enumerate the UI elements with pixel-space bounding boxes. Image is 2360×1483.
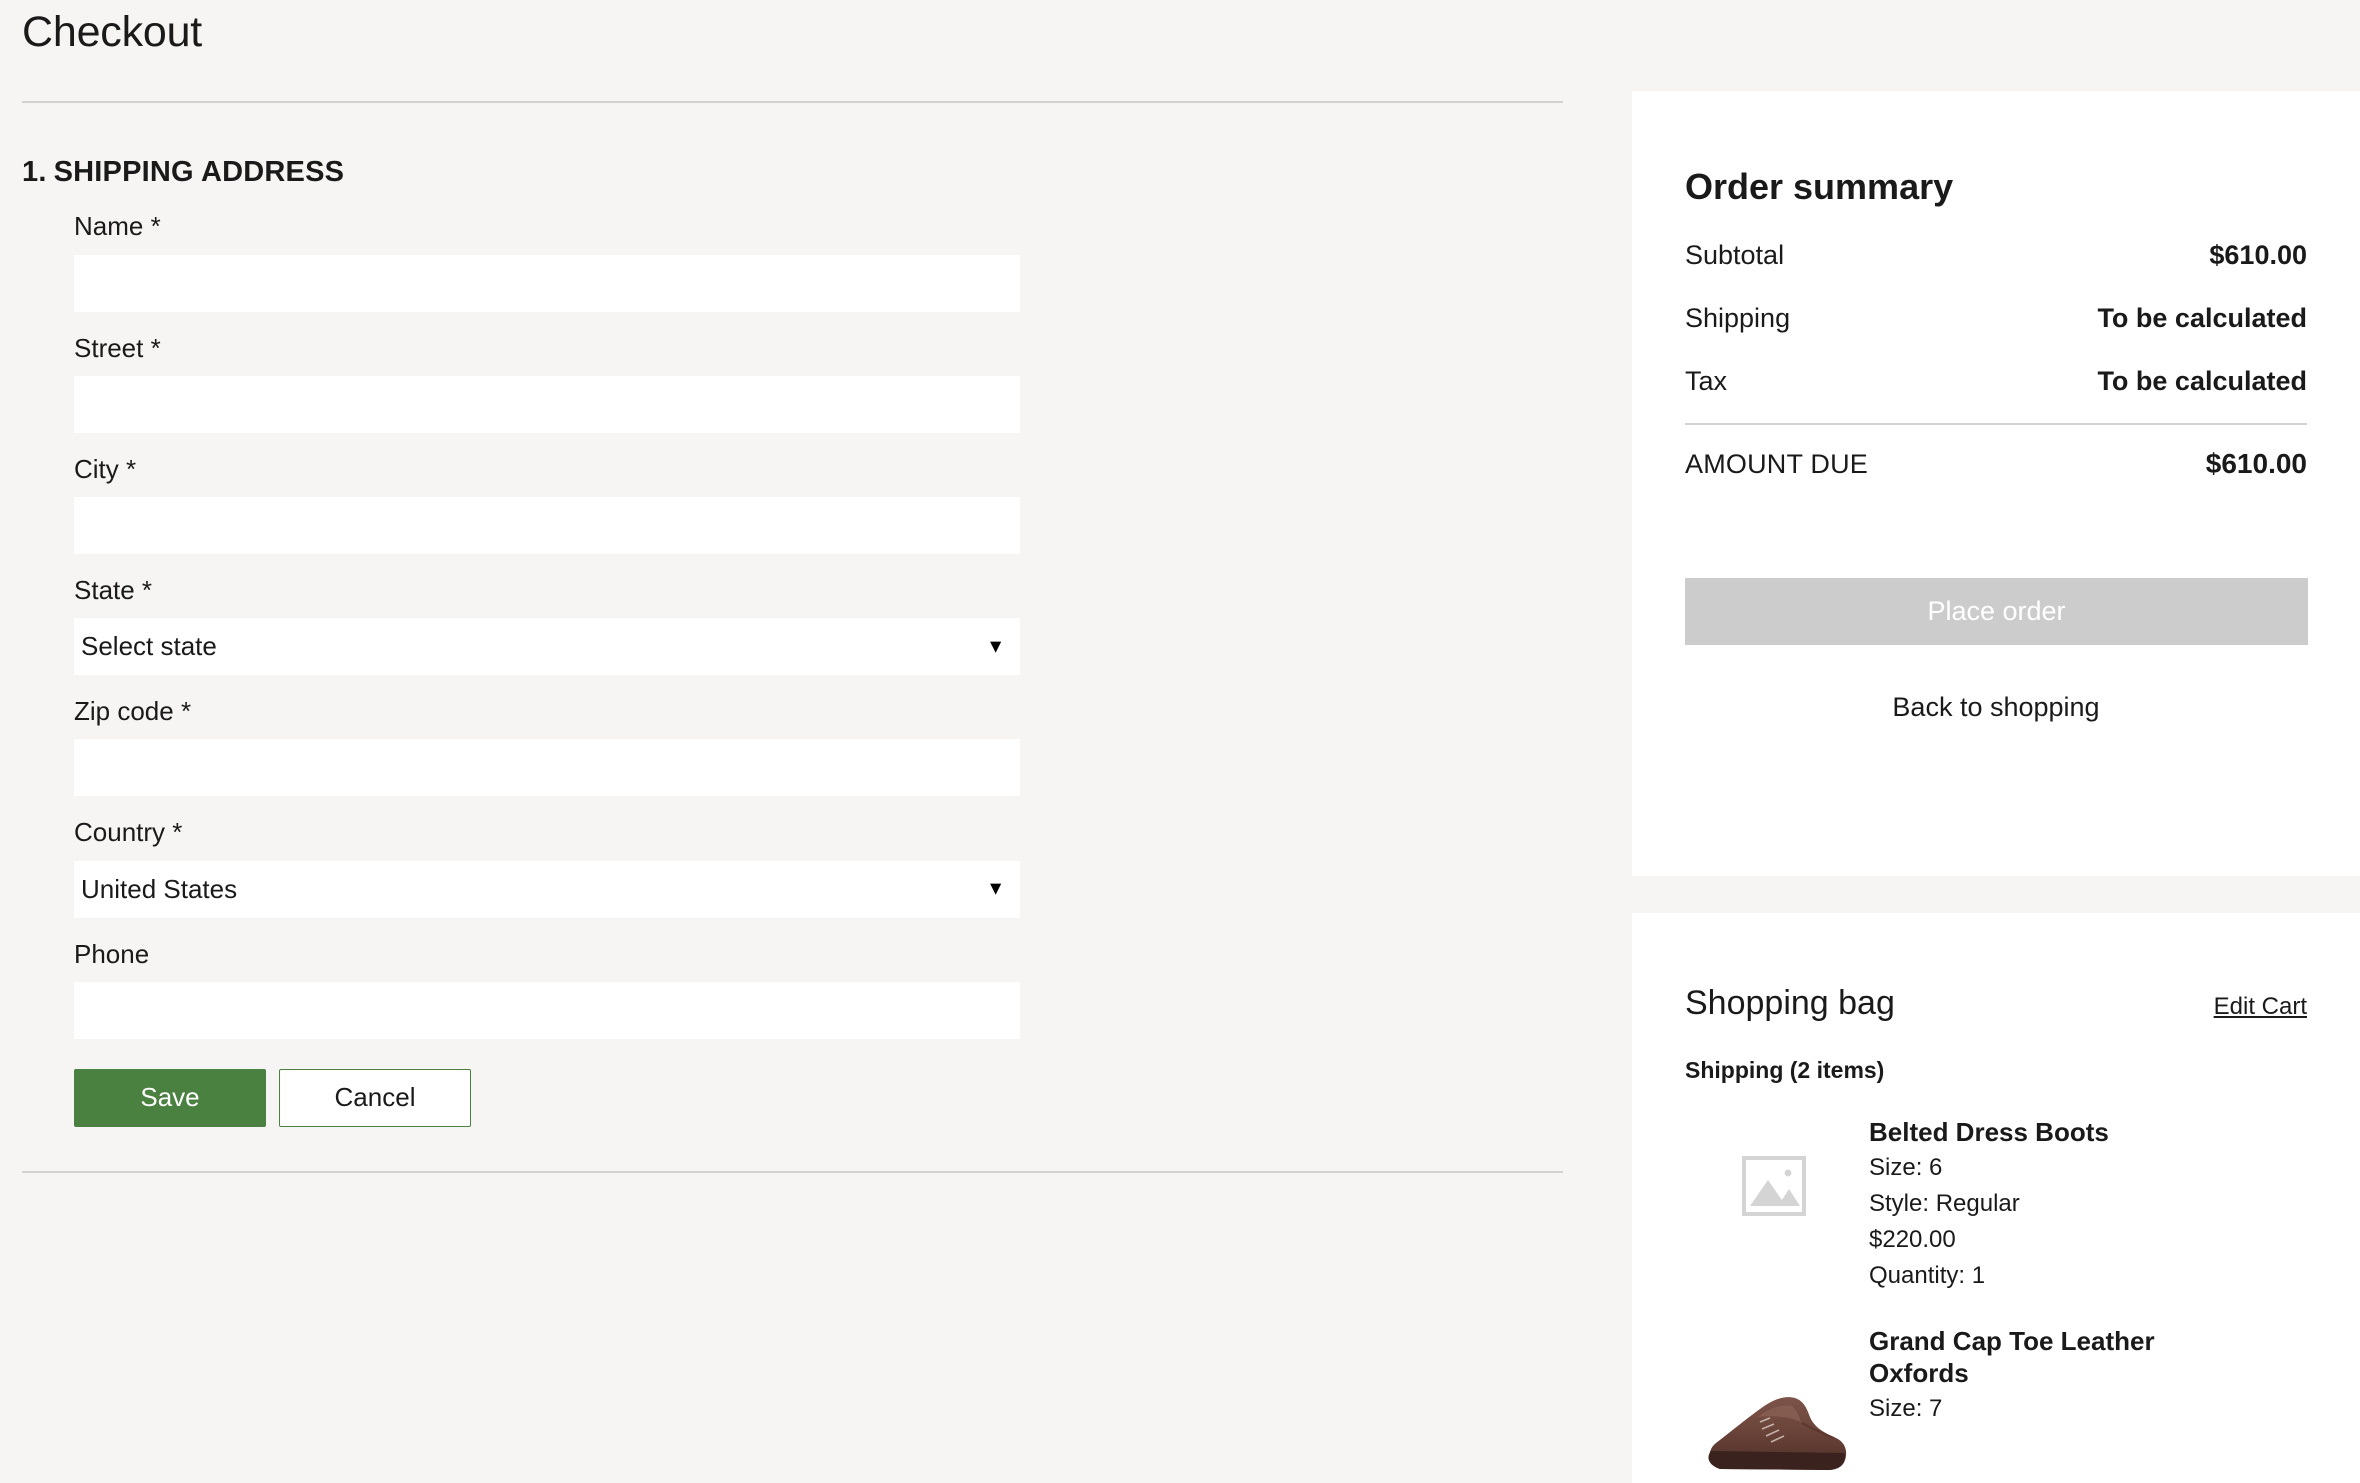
subtotal-label: Subtotal <box>1685 240 1785 271</box>
item-price: $220.00 <box>1869 1225 1956 1253</box>
field-label-city: City * <box>74 453 137 484</box>
edit-cart-link[interactable]: Edit Cart <box>2214 993 2307 1021</box>
shipping-label: Shipping <box>1685 303 1791 334</box>
step-number: 1. <box>22 156 47 189</box>
state-select[interactable]: Select state ▼ <box>74 618 1020 676</box>
list-item[interactable]: Belted Dress Boots Size: 6 Style: Regula… <box>1685 1116 2307 1293</box>
name-input[interactable] <box>74 254 1020 312</box>
amount-due-label: AMOUNT DUE <box>1685 449 1869 480</box>
brown-oxford-shoe-photo <box>1708 1396 1847 1470</box>
item-details: Grand Cap Toe Leather Oxfords Size: 7 <box>1863 1325 2229 1480</box>
item-thumbnail <box>1685 1116 1863 1293</box>
shopping-bag-title: Shopping bag <box>1685 984 1895 1022</box>
amount-due-value: $610.00 <box>2205 448 2307 480</box>
field-phone: Phone <box>74 939 1563 1039</box>
field-zip-code: Zip code * <box>74 696 1563 797</box>
field-label-street: Street * <box>74 332 161 363</box>
form-actions: Save Cancel <box>74 1068 1563 1127</box>
shipping-value: To be calculated <box>2097 303 2307 334</box>
field-name: Name * <box>74 211 1563 312</box>
item-quantity: Quantity: 1 <box>1869 1261 1986 1289</box>
shipping-group-label: Shipping (2 items) <box>1685 1057 1885 1083</box>
country-select[interactable]: United States ▼ <box>74 860 1020 918</box>
city-input[interactable] <box>74 497 1020 554</box>
header-divider <box>22 101 1563 104</box>
checkout-page: Checkout 1. SHIPPING ADDRESS Name * Stree… <box>0 0 2360 1483</box>
section-heading-label: SHIPPING ADDRESS <box>53 156 345 189</box>
item-details: Belted Dress Boots Size: 6 Style: Regula… <box>1863 1116 2109 1293</box>
shopping-bag-header: Shopping bag Edit Cart <box>1685 913 2307 1023</box>
tax-label: Tax <box>1685 366 1728 397</box>
subtotal-value: $610.00 <box>2209 240 2307 271</box>
item-size: Size: 6 <box>1869 1153 1943 1181</box>
field-label-name: Name * <box>74 211 161 242</box>
list-item[interactable]: Grand Cap Toe Leather Oxfords Size: 7 <box>1685 1325 2307 1480</box>
shipping-address-heading: 1. SHIPPING ADDRESS <box>22 156 1563 189</box>
summary-row-amount-due: AMOUNT DUE $610.00 <box>1685 448 2307 480</box>
summary-divider <box>1685 423 2307 426</box>
field-label-country: Country * <box>74 817 183 848</box>
field-street: Street * <box>74 333 1563 433</box>
country-select-value: United States <box>81 873 238 904</box>
summary-row-subtotal: Subtotal $610.00 <box>1685 240 2307 271</box>
summary-row-tax: Tax To be calculated <box>1685 366 2307 397</box>
page-title: Checkout <box>22 8 203 56</box>
back-to-shopping-link[interactable]: Back to shopping <box>1685 692 2307 723</box>
save-button[interactable]: Save <box>74 1068 266 1127</box>
field-label-state: State * <box>74 575 153 605</box>
item-size: Size: 7 <box>1869 1394 1943 1422</box>
checkout-sidebar: Order summary Subtotal $610.00 Shipping … <box>1632 0 2360 1483</box>
shopping-bag-panel: Shopping bag Edit Cart Shipping (2 items… <box>1632 913 2360 1483</box>
tax-value: To be calculated <box>2097 366 2307 397</box>
item-style: Style: Regular <box>1869 1189 2020 1217</box>
section-divider <box>22 1170 1563 1173</box>
order-summary-title: Order summary <box>1685 166 1954 207</box>
summary-row-shipping: Shipping To be calculated <box>1685 303 2307 334</box>
chevron-down-icon: ▼ <box>986 636 1005 658</box>
chevron-down-icon: ▼ <box>986 878 1005 900</box>
order-summary-panel: Order summary Subtotal $610.00 Shipping … <box>1632 91 2360 876</box>
image-placeholder-icon <box>1742 1156 1806 1216</box>
cancel-button[interactable]: Cancel <box>279 1068 471 1127</box>
item-name: Grand Cap Toe Leather Oxfords <box>1869 1325 2155 1389</box>
phone-input[interactable] <box>74 981 1020 1039</box>
zip-code-input[interactable] <box>74 739 1020 797</box>
state-select-value: Select state <box>81 631 217 662</box>
item-thumbnail <box>1685 1325 1863 1480</box>
street-input[interactable] <box>74 375 1020 433</box>
checkout-main-column: Checkout 1. SHIPPING ADDRESS Name * Stree… <box>0 0 1585 1483</box>
field-country: Country * United States ▼ <box>74 817 1563 918</box>
field-city: City * <box>74 454 1563 554</box>
field-state: State * Select state ▼ <box>74 575 1563 676</box>
item-name: Belted Dress Boots <box>1869 1117 2109 1147</box>
field-label-zip-code: Zip code * <box>74 696 192 727</box>
field-label-phone: Phone <box>74 938 150 969</box>
place-order-button[interactable]: Place order <box>1685 578 2308 646</box>
shipping-address-form: Name * Street * City * State * Select st… <box>22 189 1563 1127</box>
